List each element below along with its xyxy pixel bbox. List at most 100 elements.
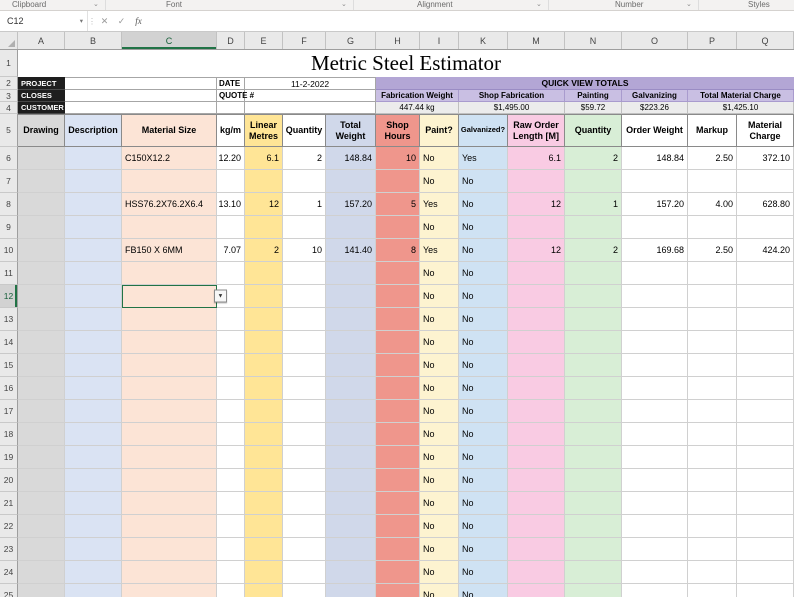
header-order-quantity[interactable]: Quantity: [565, 114, 622, 147]
cell-N7[interactable]: [565, 170, 622, 193]
cell-H7[interactable]: [376, 170, 420, 193]
row-header-16[interactable]: 16: [0, 377, 18, 400]
cell-A7[interactable]: [18, 170, 65, 193]
cell-F11[interactable]: [283, 262, 326, 285]
date-label[interactable]: DATE: [217, 77, 245, 90]
cell-M8[interactable]: 12: [508, 193, 565, 216]
cell-A6[interactable]: [18, 147, 65, 170]
cell-P8[interactable]: 4.00: [688, 193, 737, 216]
cell-P20[interactable]: [688, 469, 737, 492]
cell-I12[interactable]: No: [420, 285, 459, 308]
row-header-20[interactable]: 20: [0, 469, 18, 492]
select-all-corner[interactable]: [0, 32, 18, 49]
cell-P10[interactable]: 2.50: [688, 239, 737, 262]
cell-G11[interactable]: [326, 262, 376, 285]
cell-O13[interactable]: [622, 308, 688, 331]
cell-B9[interactable]: [65, 216, 122, 239]
cell-C9[interactable]: [122, 216, 217, 239]
row-header-8[interactable]: 8: [0, 193, 18, 216]
cell-O16[interactable]: [622, 377, 688, 400]
cell-customer-extra2[interactable]: [245, 102, 376, 114]
column-header-M[interactable]: M: [508, 32, 565, 49]
cell-A20[interactable]: [18, 469, 65, 492]
column-header-K[interactable]: K: [459, 32, 508, 49]
cell-F8[interactable]: 1: [283, 193, 326, 216]
cell-D18[interactable]: [217, 423, 245, 446]
cell-B22[interactable]: [65, 515, 122, 538]
cell-I7[interactable]: No: [420, 170, 459, 193]
cell-E8[interactable]: 12: [245, 193, 283, 216]
cell-N16[interactable]: [565, 377, 622, 400]
cell-C14[interactable]: [122, 331, 217, 354]
cell-E11[interactable]: [245, 262, 283, 285]
cell-H22[interactable]: [376, 515, 420, 538]
cell-C13[interactable]: [122, 308, 217, 331]
cell-F17[interactable]: [283, 400, 326, 423]
insert-function-icon[interactable]: fx: [130, 11, 147, 31]
column-header-C[interactable]: C: [122, 32, 217, 49]
qv-value-fabrication-weight[interactable]: 447.44 kg: [376, 102, 459, 114]
cell-K24[interactable]: No: [459, 561, 508, 584]
row-header-25[interactable]: 25: [0, 584, 18, 597]
row-header-9[interactable]: 9: [0, 216, 18, 239]
cell-N21[interactable]: [565, 492, 622, 515]
cell-P17[interactable]: [688, 400, 737, 423]
cell-B20[interactable]: [65, 469, 122, 492]
cell-C25[interactable]: [122, 584, 217, 597]
column-header-D[interactable]: D: [217, 32, 245, 49]
cell-C23[interactable]: [122, 538, 217, 561]
cell-N15[interactable]: [565, 354, 622, 377]
cell-M14[interactable]: [508, 331, 565, 354]
cell-Q10[interactable]: 424.20: [737, 239, 794, 262]
cell-B23[interactable]: [65, 538, 122, 561]
cell-F10[interactable]: 10: [283, 239, 326, 262]
cell-G6[interactable]: 148.84: [326, 147, 376, 170]
cell-O11[interactable]: [622, 262, 688, 285]
column-header-O[interactable]: O: [622, 32, 688, 49]
header-drawing[interactable]: Drawing: [18, 114, 65, 147]
row-header-4[interactable]: 4: [0, 102, 18, 114]
cell-D6[interactable]: 12.20: [217, 147, 245, 170]
qv-header-shop-fabrication[interactable]: Shop Fabrication: [459, 90, 565, 102]
cell-A18[interactable]: [18, 423, 65, 446]
cell-C17[interactable]: [122, 400, 217, 423]
cell-I10[interactable]: Yes: [420, 239, 459, 262]
cell-E16[interactable]: [245, 377, 283, 400]
cell-project-value[interactable]: [65, 77, 217, 90]
cell-D15[interactable]: [217, 354, 245, 377]
cell-K18[interactable]: No: [459, 423, 508, 446]
cell-C21[interactable]: [122, 492, 217, 515]
cell-N14[interactable]: [565, 331, 622, 354]
cell-M24[interactable]: [508, 561, 565, 584]
cell-H25[interactable]: [376, 584, 420, 597]
formula-input[interactable]: [147, 11, 794, 31]
cell-closes-value[interactable]: [65, 90, 217, 102]
row-header-14[interactable]: 14: [0, 331, 18, 354]
row-header-18[interactable]: 18: [0, 423, 18, 446]
cell-D14[interactable]: [217, 331, 245, 354]
cell-Q24[interactable]: [737, 561, 794, 584]
cell-A17[interactable]: [18, 400, 65, 423]
cell-N6[interactable]: 2: [565, 147, 622, 170]
cell-E14[interactable]: [245, 331, 283, 354]
customer-label[interactable]: CUSTOMER: [18, 102, 65, 114]
cell-K15[interactable]: No: [459, 354, 508, 377]
cell-B18[interactable]: [65, 423, 122, 446]
cell-E13[interactable]: [245, 308, 283, 331]
header-order-weight[interactable]: Order Weight: [622, 114, 688, 147]
cell-D10[interactable]: 7.07: [217, 239, 245, 262]
cell-H23[interactable]: [376, 538, 420, 561]
header-material-charge[interactable]: Material Charge: [737, 114, 794, 147]
cell-C12[interactable]: ▼: [122, 285, 227, 308]
cell-K16[interactable]: No: [459, 377, 508, 400]
cell-A10[interactable]: [18, 239, 65, 262]
cell-N10[interactable]: 2: [565, 239, 622, 262]
cell-E21[interactable]: [245, 492, 283, 515]
cell-P23[interactable]: [688, 538, 737, 561]
cell-B17[interactable]: [65, 400, 122, 423]
cell-H21[interactable]: [376, 492, 420, 515]
cell-D11[interactable]: [217, 262, 245, 285]
quote-value[interactable]: [245, 90, 376, 102]
cell-D8[interactable]: 13.10: [217, 193, 245, 216]
cell-A15[interactable]: [18, 354, 65, 377]
